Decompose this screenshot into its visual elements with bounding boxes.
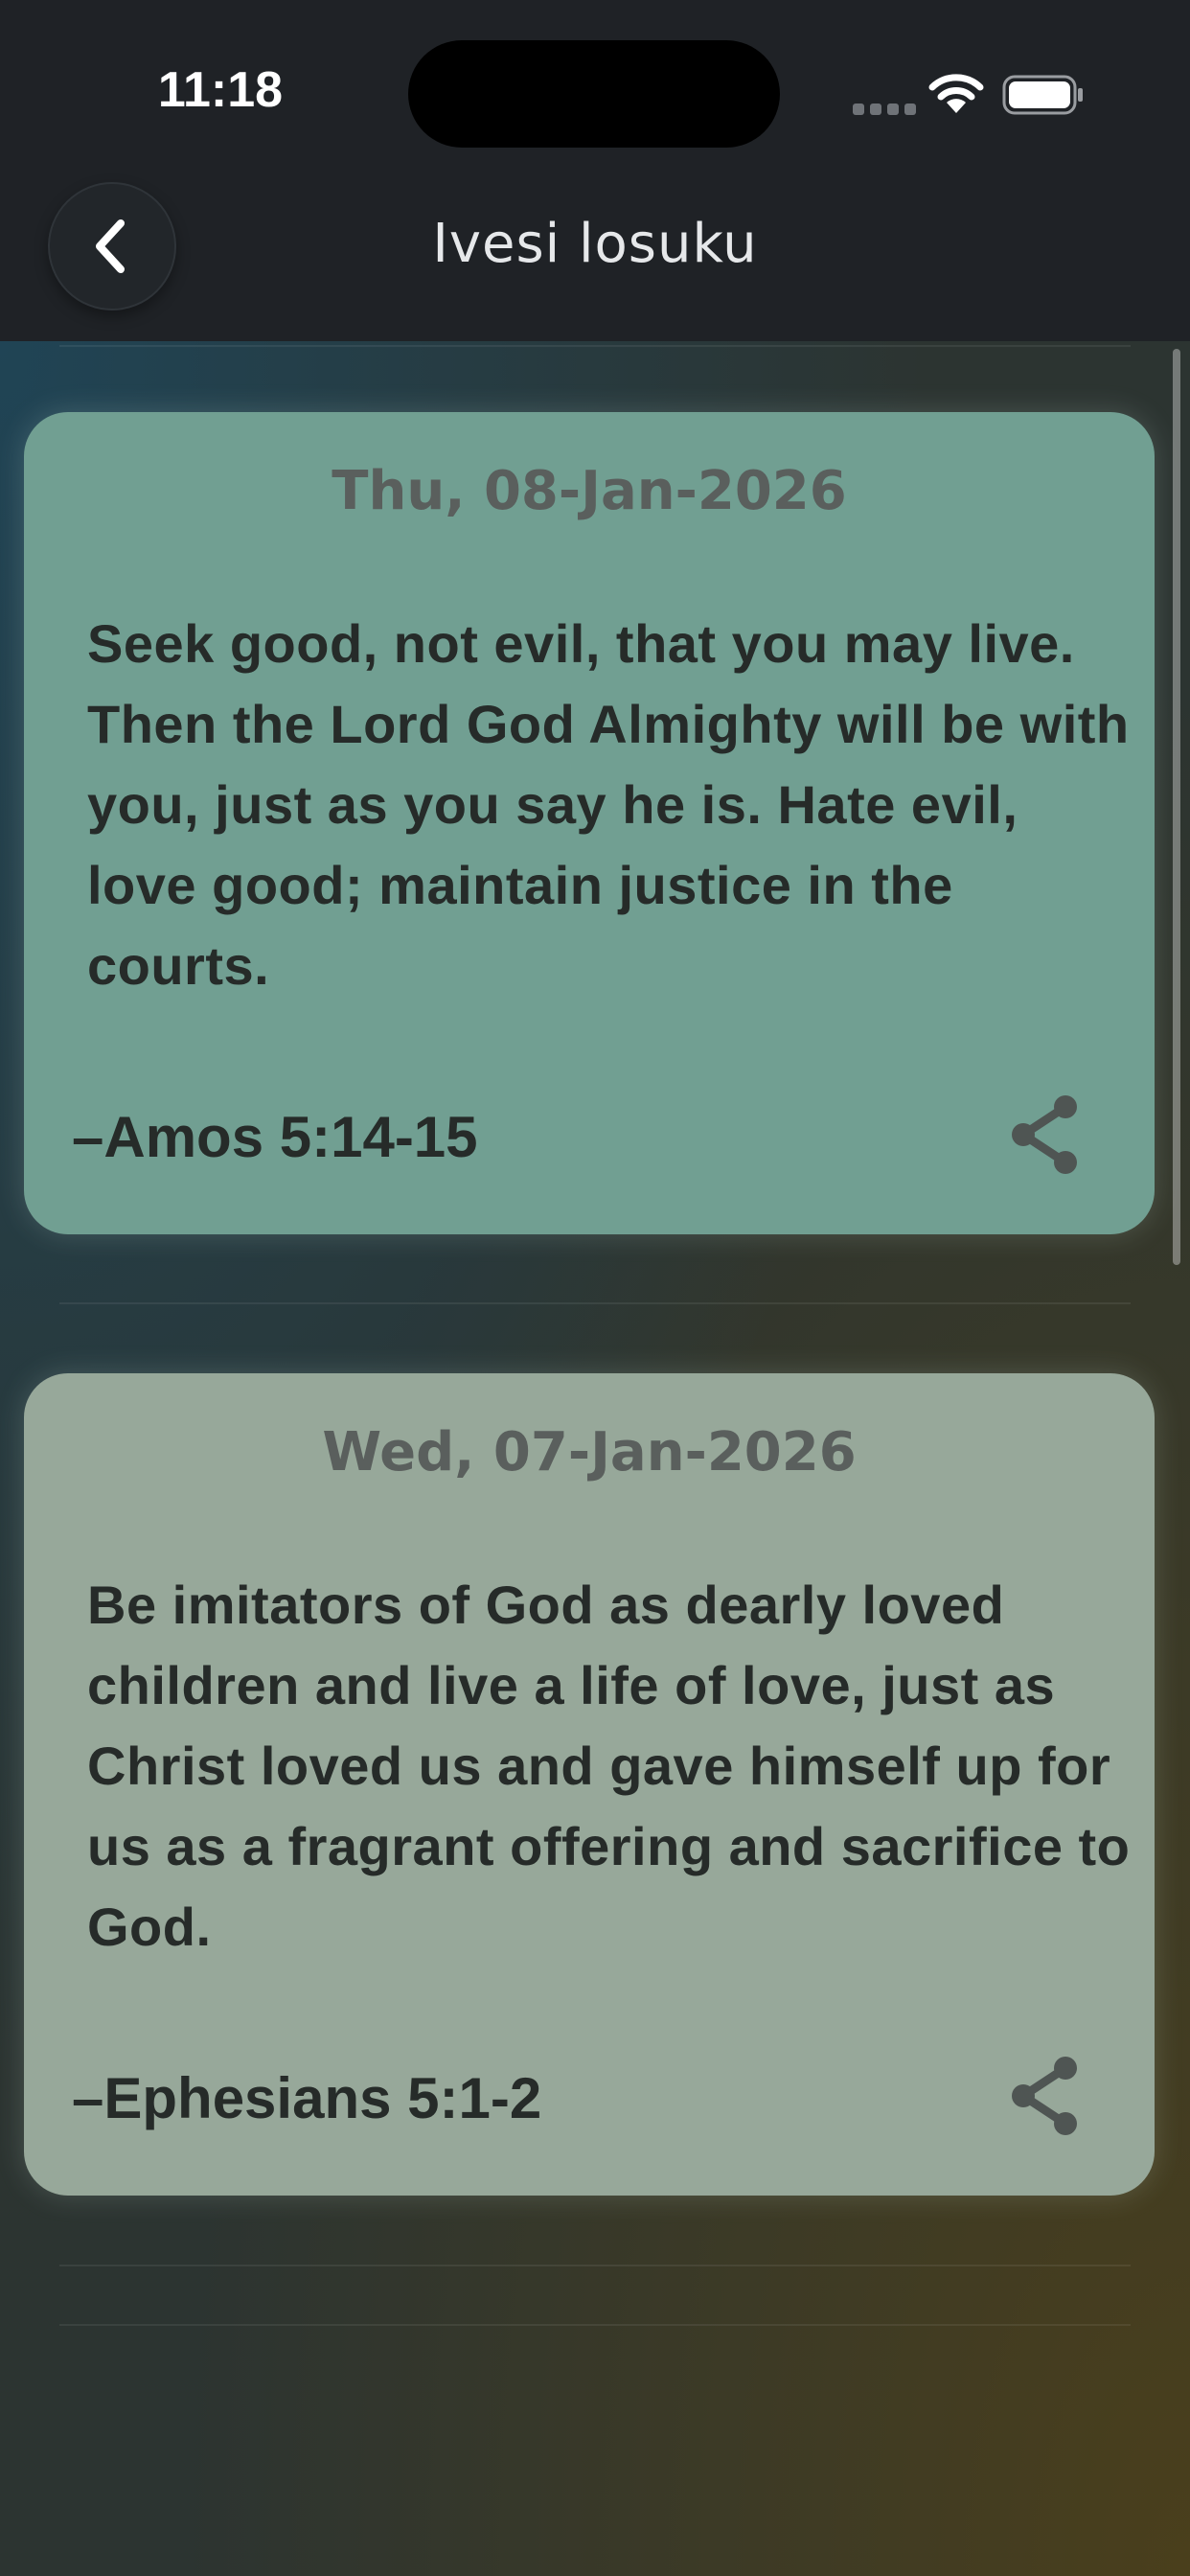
verse-text: Be imitators of God as dearly loved chil… (87, 1575, 1131, 1957)
verse-date: Wed, 07-Jan-2026 (322, 1421, 857, 1484)
header: 11:18 Ivesi losuku (0, 0, 1190, 341)
divider (59, 2265, 1131, 2266)
share-button[interactable] (1001, 1089, 1087, 1181)
verse-card[interactable]: Thu, 08-Jan-2026 Seek good, not evil, th… (24, 412, 1155, 1234)
status-time: 11:18 (157, 62, 284, 118)
verse-reference: –Ephesians 5:1-2 (72, 2066, 542, 2130)
verse-list[interactable]: Thu, 08-Jan-2026 Seek good, not evil, th… (0, 341, 1190, 2576)
share-icon (1012, 1095, 1077, 1174)
scroll-indicator[interactable] (1173, 349, 1180, 1265)
share-button[interactable] (1001, 2050, 1087, 2142)
cellular-signal-icon (853, 104, 916, 115)
verse-card[interactable]: Wed, 07-Jan-2026 Be imitators of God as … (24, 1373, 1155, 2196)
divider (59, 2324, 1131, 2326)
dynamic-island (408, 40, 780, 148)
share-icon (1012, 2057, 1077, 2135)
verse-reference: –Amos 5:14-15 (72, 1105, 478, 1169)
verse-date: Thu, 08-Jan-2026 (332, 460, 847, 522)
divider (59, 1302, 1131, 1304)
wifi-icon (928, 74, 984, 113)
divider (59, 345, 1131, 347)
page-title: Ivesi losuku (432, 213, 758, 275)
battery-icon (1002, 75, 1083, 115)
verse-text: Seek good, not evil, that you may live. … (87, 613, 1130, 996)
